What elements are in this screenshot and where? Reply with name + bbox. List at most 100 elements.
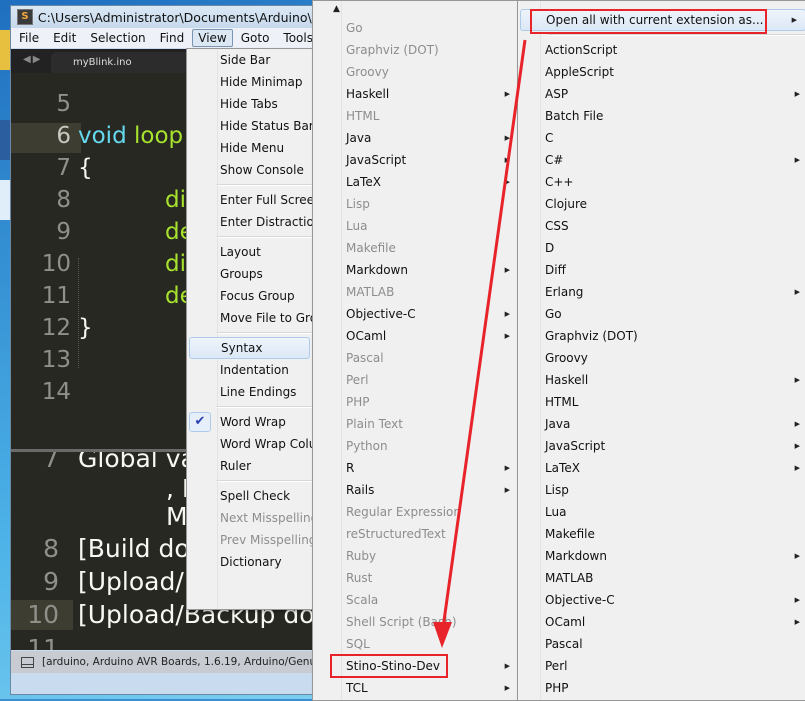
syntax-item-makefile[interactable]: Makefile: [313, 237, 518, 259]
lang-item-d[interactable]: D: [518, 237, 805, 259]
view-menu-item-hide-menu[interactable]: Hide Menu: [187, 137, 312, 159]
menu-item-label: Hide Menu: [220, 141, 285, 155]
syntax-item-tcl[interactable]: TCL ▶: [313, 677, 518, 699]
scroll-up-arrow-icon[interactable]: ▲: [313, 1, 518, 17]
lang-item-clojure[interactable]: Clojure: [518, 193, 805, 215]
syntax-item-markdown[interactable]: Markdown ▶: [313, 259, 518, 281]
lang-item-objective-c[interactable]: Objective-C ▶: [518, 589, 805, 611]
view-menu-item-word-wrap[interactable]: ✔ Word Wrap: [187, 411, 312, 433]
lang-item-haskell[interactable]: Haskell ▶: [518, 369, 805, 391]
lang-item-groovy[interactable]: Groovy: [518, 347, 805, 369]
view-menu-item-hide-tabs[interactable]: Hide Tabs: [187, 93, 312, 115]
syntax-item-lisp[interactable]: Lisp: [313, 193, 518, 215]
lang-item-css[interactable]: CSS: [518, 215, 805, 237]
syntax-item-r[interactable]: R ▶: [313, 457, 518, 479]
view-menu-item-ruler[interactable]: Ruler: [187, 455, 312, 477]
lang-item-applescript[interactable]: AppleScript: [518, 61, 805, 83]
desktop-icon[interactable]: [0, 120, 10, 160]
lang-item-javascript[interactable]: JavaScript ▶: [518, 435, 805, 457]
syntax-item-rust[interactable]: Rust: [313, 567, 518, 589]
view-menu-item-next-misspelling[interactable]: Next Misspelling: [187, 507, 312, 529]
syntax-item-java[interactable]: Java ▶: [313, 127, 518, 149]
view-menu-item-word-wrap-column[interactable]: Word Wrap Column: [187, 433, 312, 455]
syntax-item-graphviz-dot[interactable]: Graphviz (DOT): [313, 39, 518, 61]
view-menu-item-side-bar[interactable]: Side Bar: [187, 49, 312, 71]
title-bar[interactable]: S C:\Users\Administrator\Documents\Ardui…: [11, 6, 329, 28]
desktop-icon[interactable]: [0, 180, 10, 220]
view-menu-item-hide-minimap[interactable]: Hide Minimap: [187, 71, 312, 93]
view-menu-item-enter-full-screen[interactable]: Enter Full Screen: [187, 189, 312, 211]
menu-view[interactable]: View: [192, 29, 233, 47]
syntax-item-shell-script-bash[interactable]: Shell Script (Bash): [313, 611, 518, 633]
lang-item-lisp[interactable]: Lisp: [518, 479, 805, 501]
lang-item-matlab[interactable]: MATLAB: [518, 567, 805, 589]
tab-myblink[interactable]: myBlink.ino: [51, 52, 201, 73]
syntax-item-scala[interactable]: Scala: [313, 589, 518, 611]
syntax-item-objective-c[interactable]: Objective-C ▶: [313, 303, 518, 325]
menu-item-label: OCaml: [346, 329, 387, 343]
lang-item-diff[interactable]: Diff: [518, 259, 805, 281]
lang-item-c[interactable]: C: [518, 127, 805, 149]
lang-item-latex[interactable]: LaTeX ▶: [518, 457, 805, 479]
lang-item-go[interactable]: Go: [518, 303, 805, 325]
menu-goto[interactable]: Goto: [235, 29, 276, 47]
view-menu-item-groups[interactable]: Groups: [187, 263, 312, 285]
syntax-item-lua[interactable]: Lua: [313, 215, 518, 237]
syntax-item-go[interactable]: Go: [313, 17, 518, 39]
menu-selection[interactable]: Selection: [84, 29, 151, 47]
syntax-item-html[interactable]: HTML: [313, 105, 518, 127]
lang-item-erlang[interactable]: Erlang ▶: [518, 281, 805, 303]
lang-item-java[interactable]: Java ▶: [518, 413, 805, 435]
desktop-icon[interactable]: [0, 30, 10, 70]
view-menu-item-prev-misspelling[interactable]: Prev Misspelling: [187, 529, 312, 551]
view-menu-item-enter-distraction-free-mode[interactable]: Enter Distraction Free Mode: [187, 211, 312, 233]
lang-item-markdown[interactable]: Markdown ▶: [518, 545, 805, 567]
view-menu-item-dictionary[interactable]: Dictionary: [187, 551, 312, 573]
lang-item-perl[interactable]: Perl: [518, 655, 805, 677]
syntax-item-javascript[interactable]: JavaScript ▶: [313, 149, 518, 171]
lang-item-graphviz-dot[interactable]: Graphviz (DOT): [518, 325, 805, 347]
lang-item-c[interactable]: C++: [518, 171, 805, 193]
view-menu-item-layout[interactable]: Layout: [187, 241, 312, 263]
menu-item-label: Markdown: [545, 549, 607, 563]
syntax-item-php[interactable]: PHP: [313, 391, 518, 413]
syntax-item-restructuredtext[interactable]: reStructuredText: [313, 523, 518, 545]
syntax-item-regular-expression[interactable]: Regular Expression: [313, 501, 518, 523]
lang-item-pascal[interactable]: Pascal: [518, 633, 805, 655]
syntax-item-groovy[interactable]: Groovy: [313, 61, 518, 83]
lang-item-ocaml[interactable]: OCaml ▶: [518, 611, 805, 633]
lang-item-php[interactable]: PHP: [518, 677, 805, 699]
panel-toggle-icon[interactable]: [21, 656, 34, 668]
lang-item-c[interactable]: C# ▶: [518, 149, 805, 171]
view-menu-item-spell-check[interactable]: Spell Check: [187, 485, 312, 507]
view-menu-item-focus-group[interactable]: Focus Group: [187, 285, 312, 307]
lang-item-lua[interactable]: Lua: [518, 501, 805, 523]
lang-item-makefile[interactable]: Makefile: [518, 523, 805, 545]
tab-scroll-arrows-icon[interactable]: ◀▶: [23, 54, 42, 65]
lang-item-html[interactable]: HTML: [518, 391, 805, 413]
syntax-item-latex[interactable]: LaTeX ▶: [313, 171, 518, 193]
syntax-item-perl[interactable]: Perl: [313, 369, 518, 391]
view-menu-item-move-file-to-group[interactable]: Move File to Group: [187, 307, 312, 329]
syntax-item-sql[interactable]: SQL: [313, 633, 518, 655]
menu-item-label: CSS: [545, 219, 569, 233]
menu-find[interactable]: Find: [154, 29, 191, 47]
syntax-item-ocaml[interactable]: OCaml ▶: [313, 325, 518, 347]
lang-item-actionscript[interactable]: ActionScript: [518, 39, 805, 61]
lang-item-batch-file[interactable]: Batch File: [518, 105, 805, 127]
syntax-item-haskell[interactable]: Haskell ▶: [313, 83, 518, 105]
menu-edit[interactable]: Edit: [47, 29, 82, 47]
syntax-item-python[interactable]: Python: [313, 435, 518, 457]
view-menu-item-indentation[interactable]: Indentation: [187, 359, 312, 381]
syntax-item-rails[interactable]: Rails ▶: [313, 479, 518, 501]
syntax-item-matlab[interactable]: MATLAB: [313, 281, 518, 303]
view-menu-item-hide-status-bar[interactable]: Hide Status Bar: [187, 115, 312, 137]
menu-file[interactable]: File: [13, 29, 45, 47]
syntax-item-pascal[interactable]: Pascal: [313, 347, 518, 369]
view-menu-item-syntax[interactable]: Syntax: [189, 337, 310, 359]
syntax-item-plain-text[interactable]: Plain Text: [313, 413, 518, 435]
syntax-item-ruby[interactable]: Ruby: [313, 545, 518, 567]
view-menu-item-line-endings[interactable]: Line Endings: [187, 381, 312, 403]
view-menu-item-show-console[interactable]: Show Console: [187, 159, 312, 181]
lang-item-asp[interactable]: ASP ▶: [518, 83, 805, 105]
